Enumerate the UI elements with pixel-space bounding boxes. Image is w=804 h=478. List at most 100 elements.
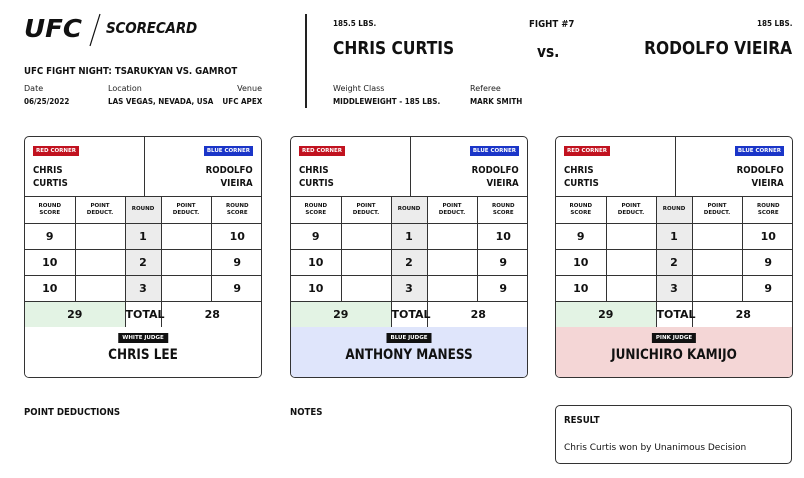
round-row: 10 3 9 bbox=[25, 275, 261, 302]
corner-divider bbox=[144, 137, 145, 197]
red-corner-badge: RED CORNER bbox=[33, 146, 80, 156]
red-total: 29 bbox=[25, 301, 126, 328]
header-point-deduct: POINT DEDUCT. bbox=[75, 197, 126, 224]
score-table: ROUND SCORE POINT DEDUCT. ROUND POINT DEDUCT. R… bbox=[291, 197, 527, 328]
blue-corner-badge: BLUE CORNER bbox=[469, 146, 519, 156]
header-point-deduct: POINT DEDUCT. bbox=[606, 197, 657, 224]
blue-total: 28 bbox=[161, 301, 261, 328]
blue-round-score: 10 bbox=[211, 223, 261, 250]
round-row: 10 2 9 bbox=[291, 249, 527, 276]
round-number: 1 bbox=[391, 223, 428, 250]
score-table-header: ROUND SCORE POINT DEDUCT. ROUND POINT DEDUCT. R… bbox=[25, 197, 261, 224]
judge-name: ANTHONY MANESS bbox=[345, 347, 473, 363]
red-corner-badge: RED CORNER bbox=[564, 146, 611, 156]
total-label: TOTAL bbox=[125, 301, 165, 328]
red-round-score: 10 bbox=[291, 275, 342, 302]
red-point-deduction bbox=[341, 249, 392, 276]
red-round-score: 9 bbox=[291, 223, 342, 250]
ufc-logo: UFC bbox=[24, 14, 83, 42]
date-value: 06/25/2022 bbox=[24, 97, 70, 106]
blue-round-score: 9 bbox=[742, 275, 792, 302]
red-first-name: CHRIS bbox=[564, 165, 594, 176]
red-round-score: 10 bbox=[556, 249, 607, 276]
blue-round-score: 9 bbox=[742, 249, 792, 276]
red-first-name: CHRIS bbox=[299, 165, 329, 176]
total-label: TOTAL bbox=[391, 301, 431, 328]
red-corner-name: CHRIS CURTIS bbox=[33, 164, 68, 190]
red-last-name: CURTIS bbox=[33, 178, 68, 189]
red-round-score: 10 bbox=[291, 249, 342, 276]
header-round: ROUND bbox=[125, 197, 162, 224]
location-value: LAS VEGAS, NEVADA, USA bbox=[108, 97, 214, 106]
blue-first-name: RODOLFO bbox=[205, 165, 253, 176]
weight-class-value: MIDDLEWEIGHT - 185 LBS. bbox=[333, 97, 441, 106]
date-label: Date bbox=[24, 84, 44, 93]
blue-fighter-name: RODOLFO VIEIRA bbox=[643, 38, 792, 59]
blue-point-deduction bbox=[161, 275, 212, 302]
total-label: TOTAL bbox=[656, 301, 696, 328]
red-round-score: 9 bbox=[25, 223, 76, 250]
event-name: UFC FIGHT NIGHT: TSARUKYAN VS. GAMROT bbox=[24, 66, 238, 77]
blue-round-score: 10 bbox=[477, 223, 527, 250]
judge-name: JUNICHIRO KAMIJO bbox=[611, 347, 737, 363]
blue-round-score: 10 bbox=[742, 223, 792, 250]
card-header: RED CORNER CHRIS CURTIS BLUE CORNER RODOLFO V… bbox=[25, 137, 261, 197]
red-point-deduction bbox=[341, 275, 392, 302]
red-point-deduction bbox=[606, 249, 657, 276]
judge-scorecard-1: RED CORNER CHRIS CURTIS BLUE CORNER RODOLFO V… bbox=[24, 136, 262, 378]
blue-fighter-weight: 185 LBS. bbox=[756, 19, 792, 28]
result-text: Chris Curtis won by Unanimous Decision bbox=[564, 443, 747, 453]
header-round-score: ROUND SCORE bbox=[556, 197, 607, 224]
blue-point-deduction bbox=[692, 249, 743, 276]
total-row: 29 TOTAL 28 bbox=[291, 301, 527, 328]
round-row: 9 1 10 bbox=[25, 223, 261, 250]
card-header: RED CORNER CHRIS CURTIS BLUE CORNER RODOLFO V… bbox=[291, 137, 527, 197]
round-number: 1 bbox=[125, 223, 162, 250]
ufc-logo-text: UFC bbox=[24, 14, 83, 42]
judge-area: BLUE JUDGE ANTHONY MANESS bbox=[291, 327, 527, 377]
score-table: ROUND SCORE POINT DEDUCT. ROUND POINT DEDUCT. R… bbox=[556, 197, 792, 328]
round-row: 9 1 10 bbox=[291, 223, 527, 250]
score-table-header: ROUND SCORE POINT DEDUCT. ROUND POINT DEDUCT. R… bbox=[556, 197, 792, 224]
round-number: 3 bbox=[391, 275, 428, 302]
round-row: 10 3 9 bbox=[556, 275, 792, 302]
round-number: 3 bbox=[656, 275, 693, 302]
red-round-score: 9 bbox=[556, 223, 607, 250]
blue-point-deduction bbox=[161, 249, 212, 276]
blue-round-score: 9 bbox=[477, 249, 527, 276]
total-row: 29 TOTAL 28 bbox=[556, 301, 792, 328]
header-point-deduct: POINT DEDUCT. bbox=[341, 197, 392, 224]
judge-area: WHITE JUDGE CHRIS LEE bbox=[25, 327, 261, 377]
score-table: ROUND SCORE POINT DEDUCT. ROUND POINT DEDUCT. R… bbox=[25, 197, 261, 328]
header-round: ROUND bbox=[656, 197, 693, 224]
red-total: 29 bbox=[291, 301, 392, 328]
fight-number: FIGHT #7 bbox=[529, 19, 575, 30]
result-box: RESULT Chris Curtis won by Unanimous Dec… bbox=[555, 405, 792, 464]
card-header: RED CORNER CHRIS CURTIS BLUE CORNER RODOLFO V… bbox=[556, 137, 792, 197]
corner-divider bbox=[675, 137, 676, 197]
score-table-header: ROUND SCORE POINT DEDUCT. ROUND POINT DEDUCT. R… bbox=[291, 197, 527, 224]
round-number: 3 bbox=[125, 275, 162, 302]
judge-badge: WHITE JUDGE bbox=[118, 333, 168, 343]
red-point-deduction bbox=[75, 223, 126, 250]
header-round: ROUND bbox=[391, 197, 428, 224]
header-round-score: ROUND SCORE bbox=[742, 197, 792, 224]
point-deductions-title: POINT DEDUCTIONS bbox=[24, 407, 121, 418]
red-round-score: 10 bbox=[25, 275, 76, 302]
blue-total: 28 bbox=[692, 301, 792, 328]
red-fighter-weight: 185.5 LBS. bbox=[333, 19, 377, 28]
red-last-name: CURTIS bbox=[564, 178, 599, 189]
judge-badge: BLUE JUDGE bbox=[386, 333, 432, 343]
round-row: 10 3 9 bbox=[291, 275, 527, 302]
blue-corner-name: RODOLFO VIEIRA bbox=[472, 164, 519, 190]
red-last-name: CURTIS bbox=[299, 178, 334, 189]
red-point-deduction bbox=[606, 275, 657, 302]
blue-first-name: RODOLFO bbox=[736, 165, 784, 176]
red-corner-badge: RED CORNER bbox=[299, 146, 346, 156]
round-number: 2 bbox=[125, 249, 162, 276]
red-point-deduction bbox=[75, 275, 126, 302]
header-divider bbox=[305, 14, 307, 108]
red-round-score: 10 bbox=[556, 275, 607, 302]
round-number: 2 bbox=[391, 249, 428, 276]
blue-corner-badge: BLUE CORNER bbox=[734, 146, 784, 156]
